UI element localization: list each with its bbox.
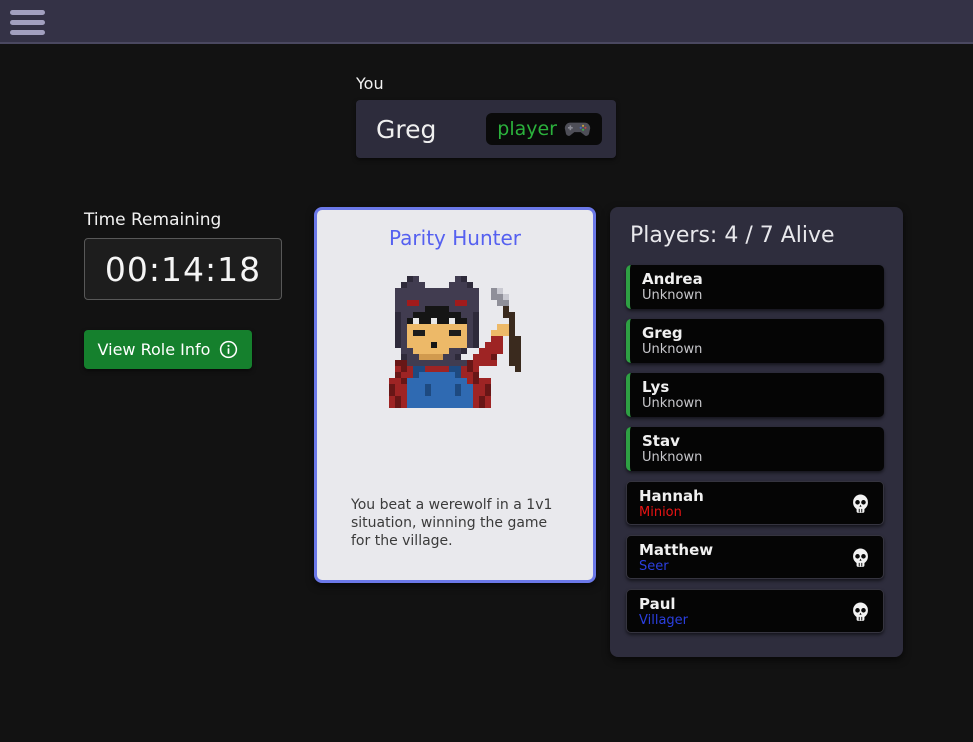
player-name: Stav xyxy=(642,432,872,450)
timer-value: 00:14:18 xyxy=(105,250,261,289)
you-section: You Greg player xyxy=(356,74,616,158)
player-role: Unknown xyxy=(642,342,872,358)
you-label: You xyxy=(356,74,616,93)
hamburger-bar xyxy=(10,20,45,25)
menu-hamburger-icon[interactable] xyxy=(10,7,48,38)
player-row[interactable]: Stav Unknown xyxy=(626,427,884,471)
role-card: Parity Hunter You beat a werewolf in a 1… xyxy=(314,207,596,583)
portrait-wrap xyxy=(317,276,593,408)
player-badge-label: player xyxy=(497,118,557,140)
player-row[interactable]: Andrea Unknown xyxy=(626,265,884,309)
player-row[interactable]: Hannah Minion xyxy=(626,481,884,525)
time-remaining-label: Time Remaining xyxy=(84,210,221,230)
you-player-name: Greg xyxy=(376,115,436,144)
player-name: Matthew xyxy=(639,541,871,559)
you-player-card: Greg player xyxy=(356,100,616,158)
skull-icon xyxy=(850,493,871,516)
player-name: Hannah xyxy=(639,487,871,505)
player-role: Unknown xyxy=(642,450,872,466)
role-card-title: Parity Hunter xyxy=(317,226,593,250)
player-role: Seer xyxy=(639,559,871,575)
view-role-info-button[interactable]: View Role Info xyxy=(84,330,252,369)
player-role: Minion xyxy=(639,505,871,521)
player-row[interactable]: Greg Unknown xyxy=(626,319,884,363)
skull-icon xyxy=(850,601,871,624)
player-row[interactable]: Matthew Seer xyxy=(626,535,884,579)
player-name: Lys xyxy=(642,378,872,396)
player-role: Unknown xyxy=(642,288,872,304)
role-card-description: You beat a werewolf in a 1v1 situation, … xyxy=(351,496,569,550)
player-role: Villager xyxy=(639,613,871,629)
top-bar xyxy=(0,0,973,44)
player-row[interactable]: Paul Villager xyxy=(626,589,884,633)
skull-icon xyxy=(850,547,871,570)
gamepad-icon xyxy=(564,120,591,138)
timer-box: 00:14:18 xyxy=(84,238,282,300)
players-panel-title: Players: 4 / 7 Alive xyxy=(630,223,835,248)
hamburger-bar xyxy=(10,30,45,35)
player-row[interactable]: Lys Unknown xyxy=(626,373,884,417)
player-name: Andrea xyxy=(642,270,872,288)
hamburger-bar xyxy=(10,10,45,15)
view-role-info-label: View Role Info xyxy=(98,340,211,359)
player-list: Andrea Unknown Greg Unknown Lys Unknown xyxy=(626,265,884,643)
player-type-badge: player xyxy=(486,113,602,145)
info-icon xyxy=(219,340,238,359)
player-role: Unknown xyxy=(642,396,872,412)
player-name: Greg xyxy=(642,324,872,342)
players-panel: Players: 4 / 7 Alive Andrea Unknown Greg… xyxy=(610,207,903,657)
player-name: Paul xyxy=(639,595,871,613)
hunter-portrait-sprite xyxy=(383,276,527,408)
